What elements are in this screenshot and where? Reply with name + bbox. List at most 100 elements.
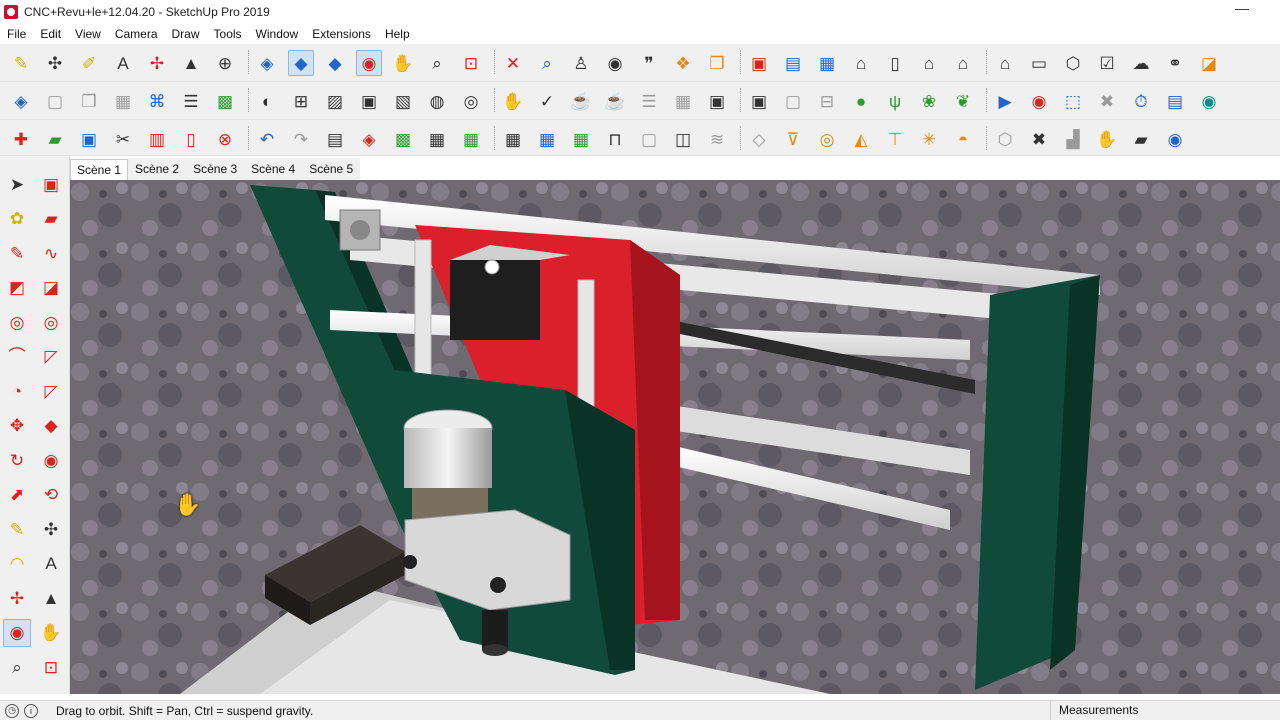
undo-icon[interactable]: ↶: [254, 126, 280, 152]
toolbar-grip[interactable]: [494, 88, 497, 112]
grass-icon[interactable]: ψ: [882, 88, 908, 114]
cloud-upload-icon[interactable]: ☁: [1128, 50, 1154, 76]
toolbar-grip[interactable]: [986, 126, 989, 150]
tag-icon[interactable]: ⌘: [144, 88, 170, 114]
share-model-icon[interactable]: ❐: [704, 50, 730, 76]
hand-select-icon[interactable]: ✋: [500, 88, 526, 114]
frame-icon[interactable]: ▣: [704, 88, 730, 114]
model-info-icon[interactable]: ◈: [356, 126, 382, 152]
look-around-icon[interactable]: ◉: [602, 50, 628, 76]
freehand-icon[interactable]: ∿: [37, 239, 65, 267]
tape-measure-icon[interactable]: ✐: [76, 50, 102, 76]
offset-tool-icon[interactable]: ⟲: [37, 481, 65, 509]
stairs-icon[interactable]: ☰: [636, 88, 662, 114]
toolbar-grip[interactable]: [740, 50, 743, 74]
rectangle-tool-icon[interactable]: ◩: [3, 274, 31, 302]
door-icon[interactable]: ▯: [882, 50, 908, 76]
polygon-tool-icon[interactable]: ◎: [37, 308, 65, 336]
camera-icon[interactable]: ◉: [1196, 88, 1222, 114]
zoom-window-tool-icon[interactable]: ⊡: [37, 653, 65, 681]
checkmark-icon[interactable]: ✓: [534, 88, 560, 114]
rotate-view-icon[interactable]: ◐: [254, 88, 280, 114]
scene-tab-2[interactable]: Scène 2: [128, 158, 187, 180]
menu-tools[interactable]: Tools: [207, 27, 249, 41]
box-icon[interactable]: ▭: [1026, 50, 1052, 76]
new-file-icon[interactable]: ✚: [8, 126, 34, 152]
follow-me-icon[interactable]: ◉: [37, 446, 65, 474]
paint-bucket-icon[interactable]: ✿: [3, 205, 31, 233]
toolbar-grip[interactable]: [986, 88, 989, 112]
dimension-tool-icon[interactable]: ✣: [37, 515, 65, 543]
paste-icon[interactable]: ▥: [144, 126, 170, 152]
previous-view-icon[interactable]: ⌕: [534, 50, 560, 76]
toolbar-grip[interactable]: [986, 50, 989, 74]
flag-icon[interactable]: ▰: [1128, 126, 1154, 152]
layout-send-icon[interactable]: ▤: [780, 50, 806, 76]
eraser-icon[interactable]: ▰: [37, 205, 65, 233]
scene-tab-4[interactable]: Scène 4: [244, 158, 303, 180]
cut-icon[interactable]: ✂: [110, 126, 136, 152]
styles-icon[interactable]: ▦: [568, 126, 594, 152]
push-pull-icon[interactable]: ◆: [37, 412, 65, 440]
top-view-icon[interactable]: ◆: [288, 50, 314, 76]
checklist-icon[interactable]: ☑: [1094, 50, 1120, 76]
sandbox-icon[interactable]: ≋: [704, 126, 730, 152]
menu-file[interactable]: File: [0, 27, 33, 41]
stairs-2-icon[interactable]: ▟: [1060, 126, 1086, 152]
toolbar-grip[interactable]: [494, 126, 497, 150]
scene-tab-1[interactable]: Scène 1: [70, 159, 129, 180]
3d-text-tool-icon[interactable]: ▲: [37, 584, 65, 612]
zoom-tool-icon[interactable]: ⌕: [3, 653, 31, 681]
measurements-input[interactable]: [1152, 702, 1276, 719]
stack-icon[interactable]: ☰: [178, 88, 204, 114]
table-icon[interactable]: ⊓: [602, 126, 628, 152]
text-label-icon[interactable]: A: [110, 50, 136, 76]
make-component-tool-icon[interactable]: ▣: [37, 170, 65, 198]
tools-icon[interactable]: ✖: [1026, 126, 1052, 152]
box-outline-icon[interactable]: ▢: [636, 126, 662, 152]
geo-location-icon[interactable]: ◉: [1162, 126, 1188, 152]
link-icon[interactable]: ⚭: [1162, 50, 1188, 76]
box-3d-icon[interactable]: ◫: [670, 126, 696, 152]
components-icon[interactable]: ▦: [424, 126, 450, 152]
teapot-hand-icon[interactable]: ☕: [602, 88, 628, 114]
scene-tab-3[interactable]: Scène 3: [186, 158, 245, 180]
selection-frame-icon[interactable]: ⬚: [1060, 88, 1086, 114]
section-plane-icon[interactable]: ◈: [8, 88, 34, 114]
arc-tool-icon[interactable]: ⌒: [3, 343, 31, 371]
select-tool-icon[interactable]: ➤: [3, 170, 31, 198]
frame-2-icon[interactable]: ▣: [746, 88, 772, 114]
hidden-line-icon[interactable]: ▣: [356, 88, 382, 114]
walk-icon[interactable]: ❞: [636, 50, 662, 76]
position-camera-icon[interactable]: ♙: [568, 50, 594, 76]
toolbar-grip[interactable]: [248, 50, 251, 74]
move-tool-icon[interactable]: ✥: [3, 412, 31, 440]
copy-file-icon[interactable]: ▯: [178, 126, 204, 152]
house-3d-icon[interactable]: ⌂: [848, 50, 874, 76]
toolbar-grip[interactable]: [740, 88, 743, 112]
save-icon[interactable]: ▣: [76, 126, 102, 152]
frame-3-icon[interactable]: ▢: [780, 88, 806, 114]
shaded-icon[interactable]: ▧: [390, 88, 416, 114]
text-tool-icon[interactable]: A: [37, 550, 65, 578]
zoom-window-icon[interactable]: ⊡: [458, 50, 484, 76]
dimension-icon[interactable]: ✣: [42, 50, 68, 76]
axes-tool-icon[interactable]: ✢: [3, 584, 31, 612]
layers-icon[interactable]: ▦: [500, 126, 526, 152]
xray-icon[interactable]: ◍: [424, 88, 450, 114]
stop-icon[interactable]: ✖: [1094, 88, 1120, 114]
film-icon[interactable]: ▤: [1162, 88, 1188, 114]
menu-camera[interactable]: Camera: [108, 27, 165, 41]
3d-viewport[interactable]: ✋: [70, 180, 1280, 694]
select-box-icon[interactable]: ⊞: [288, 88, 314, 114]
grid-icon[interactable]: ▦: [670, 88, 696, 114]
wireframe-icon[interactable]: ▨: [322, 88, 348, 114]
open-file-icon[interactable]: ▰: [42, 126, 68, 152]
group-icon[interactable]: ▦: [458, 126, 484, 152]
component-icon[interactable]: ⬡: [1060, 50, 1086, 76]
colors-icon[interactable]: ▩: [212, 88, 238, 114]
tree-icon[interactable]: ●: [848, 88, 874, 114]
orbit-tool-icon[interactable]: ◉: [3, 618, 31, 647]
pan-icon[interactable]: ✋: [390, 50, 416, 76]
three-point-arc-icon[interactable]: ◔: [3, 377, 31, 405]
